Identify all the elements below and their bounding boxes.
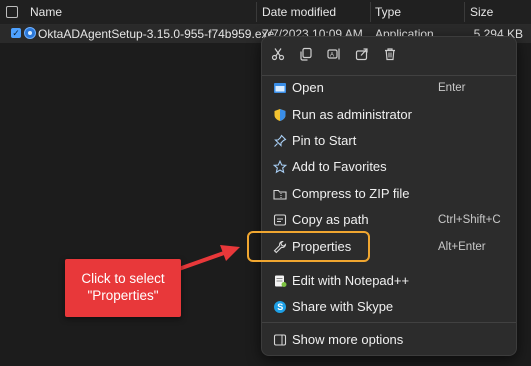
menu-item-shortcut: Ctrl+Shift+C [438,214,501,226]
star-icon [272,159,288,174]
menu-item-open[interactable]: Open Enter [268,75,510,101]
cut-button[interactable] [269,47,287,65]
column-divider[interactable] [256,2,257,22]
column-size[interactable]: Size [470,0,493,24]
copy-button[interactable] [297,47,315,65]
copy-path-icon [273,213,287,227]
skype-icon: S [273,300,287,314]
column-date-modified[interactable]: Date modified [262,0,336,24]
menu-separator [262,322,516,323]
menu-item-label: Copy as path [292,212,369,227]
row-checkbox[interactable]: ✓ [11,28,21,38]
menu-item-label: Share with Skype [292,299,394,314]
menu-item-show-more-options[interactable]: Show more options [268,327,510,353]
menu-item-label: Run as administrator [292,107,412,122]
properties-highlight-box [247,231,370,262]
delete-button[interactable] [381,47,399,65]
file-name: OktaADAgentSetup-3.15.0-955-f74b959.exe [38,27,275,41]
notepad-plus-icon [273,274,287,288]
menu-item-share-with-skype[interactable]: S Share with Skype [268,294,510,320]
menu-item-copy-as-path[interactable]: Copy as path Ctrl+Shift+C [268,207,510,233]
menu-item-label: Open [292,80,324,95]
column-header-bar: Name Date modified Type Size [0,0,531,25]
svg-text:S: S [277,302,283,312]
context-menu: A Open Enter Run as administrator Pin to… [261,36,517,356]
menu-item-label: Edit with Notepad++ [292,273,410,288]
column-name[interactable]: Name [30,0,62,24]
menu-item-pin-to-start[interactable]: Pin to Start [268,128,510,154]
menu-item-label: Add to Favorites [292,159,387,174]
trash-icon [385,48,395,61]
column-type[interactable]: Type [375,0,401,24]
menu-item-label: Pin to Start [292,133,357,148]
share-icon [355,48,368,61]
callout-line-1: Click to select [81,271,165,286]
svg-text:A: A [330,53,334,59]
menu-item-shortcut: Enter [438,82,466,94]
callout-line-2: "Properties" [87,288,159,303]
rename-button[interactable]: A [325,47,343,65]
column-divider[interactable] [464,2,465,22]
column-divider[interactable] [370,2,371,22]
open-window-icon [273,81,287,95]
folder-zip-icon [273,187,287,201]
menu-item-add-to-favorites[interactable]: Add to Favorites [268,154,510,180]
menu-item-label: Show more options [292,332,404,347]
scissors-icon [271,48,285,61]
copy-icon [300,47,312,61]
menu-item-compress-to-zip[interactable]: Compress to ZIP file [268,181,510,207]
shield-icon [273,108,287,122]
okta-app-icon [24,27,36,39]
instruction-callout: Click to select "Properties" [65,259,181,317]
menu-item-shortcut: Alt+Enter [438,241,486,253]
menu-item-edit-with-notepad-plus-plus[interactable]: Edit with Notepad++ [268,268,510,294]
rename-icon: A [327,48,340,60]
menu-item-label: Compress to ZIP file [292,186,410,201]
select-all-checkbox[interactable] [6,6,18,18]
pin-icon [273,134,287,148]
more-options-icon [273,333,287,347]
share-button[interactable] [353,47,371,65]
menu-item-run-as-administrator[interactable]: Run as administrator [268,102,510,128]
